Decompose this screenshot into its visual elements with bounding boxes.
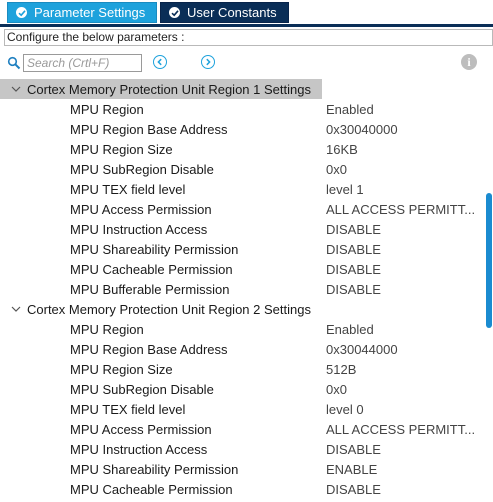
tab-label: User Constants (187, 5, 277, 20)
param-row[interactable]: MPU Region Base Address 0x30044000 (0, 339, 484, 359)
param-value[interactable]: Enabled (326, 322, 374, 337)
param-value[interactable]: DISABLE (326, 282, 381, 297)
param-row[interactable]: MPU Shareability Permission ENABLE (0, 459, 484, 479)
param-name: MPU TEX field level (70, 181, 186, 197)
param-row[interactable]: MPU Access Permission ALL ACCESS PERMITT.… (0, 419, 484, 439)
param-name: MPU Region Size (70, 361, 173, 377)
param-row[interactable]: MPU Instruction Access DISABLE (0, 439, 484, 459)
param-name: MPU Shareability Permission (70, 461, 239, 477)
param-row[interactable]: MPU TEX field level level 0 (0, 399, 484, 419)
search-icon (7, 56, 21, 70)
group-title: Cortex Memory Protection Unit Region 2 S… (27, 301, 311, 317)
param-name: MPU Access Permission (70, 201, 212, 217)
param-name: MPU Instruction Access (70, 441, 208, 457)
param-row[interactable]: MPU TEX field level level 1 (0, 179, 484, 199)
param-value[interactable]: 16KB (326, 142, 358, 157)
param-row[interactable]: MPU Region Size 16KB (0, 139, 484, 159)
param-name: MPU SubRegion Disable (70, 381, 214, 397)
tab-user-constants[interactable]: User Constants (160, 2, 289, 23)
param-value[interactable]: level 1 (326, 182, 364, 197)
info-icon[interactable]: i (461, 54, 477, 70)
param-row[interactable]: MPU Cacheable Permission DISABLE (0, 259, 484, 279)
param-name: MPU Cacheable Permission (70, 481, 233, 497)
parameter-tree: Cortex Memory Protection Unit Region 1 S… (0, 79, 484, 502)
param-name: MPU Instruction Access (70, 221, 208, 237)
tab-underline (0, 24, 493, 27)
param-name: MPU Region (70, 101, 144, 117)
param-name: MPU Shareability Permission (70, 241, 239, 257)
param-row[interactable]: MPU Instruction Access DISABLE (0, 219, 484, 239)
param-name: MPU Cacheable Permission (70, 261, 233, 277)
param-row[interactable]: MPU SubRegion Disable 0x0 (0, 379, 484, 399)
param-row[interactable]: MPU Region Enabled (0, 99, 484, 119)
chevron-down-icon[interactable] (10, 83, 22, 95)
group-header-region-2[interactable]: Cortex Memory Protection Unit Region 2 S… (0, 299, 484, 319)
param-row[interactable]: MPU Cacheable Permission DISABLE (0, 479, 484, 499)
scrollbar-thumb[interactable] (486, 193, 492, 328)
param-row[interactable]: MPU Shareability Permission DISABLE (0, 239, 484, 259)
param-value[interactable]: level 0 (326, 402, 364, 417)
tab-label: Parameter Settings (34, 5, 146, 20)
param-value[interactable]: 0x0 (326, 382, 347, 397)
param-value[interactable]: 0x30040000 (326, 122, 398, 137)
check-circle-icon (16, 7, 27, 18)
param-value[interactable]: DISABLE (326, 262, 381, 277)
chevron-down-icon[interactable] (10, 303, 22, 315)
chevron-left-icon (157, 58, 162, 66)
param-row[interactable]: MPU Region Base Address 0x30040000 (0, 119, 484, 139)
next-match-button[interactable] (201, 55, 215, 69)
tab-parameter-settings[interactable]: Parameter Settings (7, 2, 157, 23)
param-value[interactable]: 0x30044000 (326, 342, 398, 357)
param-name: MPU Region (70, 321, 144, 337)
param-value[interactable]: DISABLE (326, 242, 381, 257)
param-name: MPU Access Permission (70, 421, 212, 437)
param-name: MPU Bufferable Permission (70, 281, 230, 297)
group-title: Cortex Memory Protection Unit Region 1 S… (27, 81, 311, 97)
param-name: MPU TEX field level (70, 401, 186, 417)
param-value[interactable]: Enabled (326, 102, 374, 117)
search-toolbar: i (0, 50, 493, 76)
param-value[interactable]: ALL ACCESS PERMITT... (326, 422, 475, 437)
search-input[interactable] (23, 54, 142, 72)
param-row[interactable]: MPU Region Size 512B (0, 359, 484, 379)
search-box (7, 52, 142, 73)
param-value[interactable]: DISABLE (326, 482, 381, 497)
param-value[interactable]: 512B (326, 362, 356, 377)
tab-bar: Parameter Settings User Constants (0, 0, 493, 27)
param-row[interactable]: MPU Region Enabled (0, 319, 484, 339)
param-row[interactable]: MPU Bufferable Permission DISABLE (0, 279, 484, 299)
chevron-right-icon (206, 58, 211, 66)
param-value[interactable]: DISABLE (326, 442, 381, 457)
param-name: MPU Region Size (70, 141, 173, 157)
param-value[interactable]: ALL ACCESS PERMITT... (326, 202, 475, 217)
previous-match-button[interactable] (153, 55, 167, 69)
param-value[interactable]: 0x0 (326, 162, 347, 177)
group-header-region-1[interactable]: Cortex Memory Protection Unit Region 1 S… (0, 79, 322, 99)
param-row[interactable]: MPU Access Permission ALL ACCESS PERMITT.… (0, 199, 484, 219)
param-name: MPU Region Base Address (70, 341, 228, 357)
param-value[interactable]: DISABLE (326, 222, 381, 237)
param-row[interactable]: MPU SubRegion Disable 0x0 (0, 159, 484, 179)
param-value[interactable]: ENABLE (326, 462, 377, 477)
param-name: MPU SubRegion Disable (70, 161, 214, 177)
configure-label: Configure the below parameters : (4, 29, 493, 46)
param-name: MPU Region Base Address (70, 121, 228, 137)
check-circle-icon (169, 7, 180, 18)
